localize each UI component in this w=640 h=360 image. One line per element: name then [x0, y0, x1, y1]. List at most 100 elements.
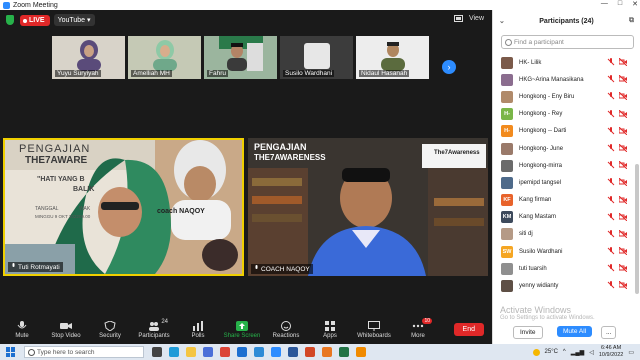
- clock[interactable]: 6:46 AM 10/9/2022: [599, 345, 623, 359]
- edge-icon[interactable]: [169, 347, 179, 357]
- mic-muted-icon[interactable]: [607, 126, 615, 135]
- apps-button[interactable]: Apps: [308, 321, 352, 339]
- video-off-icon[interactable]: [619, 143, 627, 152]
- tray-chevron-icon[interactable]: ^: [563, 349, 566, 355]
- video-off-icon[interactable]: [619, 58, 627, 66]
- video-off-icon[interactable]: [619, 247, 627, 256]
- mic-muted-icon[interactable]: [607, 92, 615, 100]
- mic-muted-icon[interactable]: [607, 281, 615, 289]
- chrome-icon[interactable]: [220, 347, 230, 357]
- video-off-icon[interactable]: [619, 178, 627, 187]
- mic-muted-icon[interactable]: [607, 58, 615, 66]
- participant-list-scrollbar[interactable]: [635, 164, 639, 294]
- video-off-icon[interactable]: [619, 212, 627, 221]
- participant-thumbnail[interactable]: Amelliah MH: [128, 36, 201, 79]
- participant-row[interactable]: ipemipd tangsel: [493, 174, 633, 191]
- participant-row[interactable]: tuti tuarsih: [493, 260, 633, 277]
- share-screen-button[interactable]: Share Screen: [220, 321, 264, 339]
- participant-thumbnail[interactable]: Susilo Wardhani: [280, 36, 353, 79]
- mute-button[interactable]: Mute: [0, 321, 44, 339]
- participant-row[interactable]: KF Kang firman: [493, 192, 633, 209]
- video-off-icon[interactable]: [619, 126, 627, 135]
- mic-muted-icon[interactable]: [607, 229, 615, 238]
- participant-thumbnail[interactable]: Yuyu Suryiyah: [52, 36, 125, 79]
- reactions-button[interactable]: Reactions: [264, 321, 308, 339]
- task-view-icon[interactable]: [152, 347, 162, 357]
- minimize-button[interactable]: —: [601, 0, 608, 8]
- zoom-icon[interactable]: [271, 347, 281, 357]
- next-page-arrow-icon[interactable]: ›: [442, 60, 456, 74]
- maximize-button[interactable]: □: [618, 0, 622, 8]
- mute-all-button[interactable]: Mute All: [557, 326, 593, 337]
- file-explorer-icon[interactable]: [186, 347, 196, 357]
- word-icon[interactable]: [288, 347, 298, 357]
- mic-muted-icon[interactable]: [607, 75, 615, 83]
- close-window-button[interactable]: ✕: [632, 0, 638, 8]
- photos-icon[interactable]: [254, 347, 264, 357]
- participant-row[interactable]: HKG~Arina Manasikana: [493, 71, 633, 88]
- participant-row[interactable]: SW Susilo Wardhani: [493, 243, 633, 260]
- active-speaker-video[interactable]: PENGAJIAN THE7AWARE "HATI YANG B BALIK c…: [3, 138, 244, 276]
- participant-row[interactable]: H- Hongkong -- Darti: [493, 123, 633, 140]
- pop-out-icon[interactable]: ⧉: [629, 17, 634, 25]
- participant-row[interactable]: siti dj: [493, 226, 633, 243]
- participant-row[interactable]: Hongkong - Eny Biru: [493, 88, 633, 105]
- thumbnail-name: Susilo Wardhani: [283, 70, 335, 77]
- participant-row[interactable]: Hongkong- June: [493, 140, 633, 157]
- store-icon[interactable]: [203, 347, 213, 357]
- video-off-icon[interactable]: [619, 264, 627, 273]
- temperature[interactable]: 25°C: [545, 349, 558, 355]
- whiteboard-icon: [368, 321, 380, 331]
- participant-thumbnail[interactable]: Nidaul Hasanah: [356, 36, 429, 79]
- video-off-icon[interactable]: [619, 109, 627, 118]
- panel-more-button[interactable]: ...: [601, 326, 617, 339]
- encryption-shield-icon[interactable]: [6, 15, 14, 25]
- security-button[interactable]: Security: [88, 321, 132, 339]
- mic-muted-icon[interactable]: [607, 178, 615, 186]
- network-icon[interactable]: ▂▄▆: [571, 349, 584, 356]
- participant-row[interactable]: HK- Lilik: [493, 54, 633, 71]
- powerpoint-icon[interactable]: [305, 347, 315, 357]
- mail-icon[interactable]: [237, 347, 247, 357]
- youtube-stream-button[interactable]: YouTube ▾: [53, 14, 95, 26]
- whiteboards-button[interactable]: Whiteboards: [352, 321, 396, 339]
- speaker-view-icon[interactable]: [453, 15, 463, 22]
- invite-button[interactable]: Invite: [513, 326, 543, 339]
- participant-row[interactable]: yenny widianty: [493, 277, 633, 294]
- stop-video-button[interactable]: Stop Video: [44, 321, 88, 339]
- video-off-icon[interactable]: [619, 92, 627, 101]
- end-meeting-button[interactable]: End: [453, 323, 484, 336]
- video-off-icon[interactable]: [619, 229, 627, 238]
- mic-muted-icon[interactable]: [607, 195, 615, 204]
- notification-icon[interactable]: ▭: [628, 349, 634, 356]
- polls-button[interactable]: Polls: [176, 321, 220, 339]
- mic-muted-icon[interactable]: [607, 264, 615, 272]
- coach-video[interactable]: PENGAJIAN THE7AWARENESS The7Awareness CO…: [248, 138, 488, 276]
- more-button[interactable]: 10 More: [396, 318, 440, 339]
- video-off-icon[interactable]: [619, 161, 627, 170]
- vlc-icon[interactable]: [356, 347, 366, 357]
- participant-thumbnail[interactable]: Fahru: [204, 36, 277, 79]
- media-icon[interactable]: [322, 347, 332, 357]
- collapse-chevron-icon[interactable]: ⌄: [499, 17, 505, 25]
- video-off-icon[interactable]: [619, 281, 627, 290]
- excel-icon[interactable]: [339, 347, 349, 357]
- video-off-icon[interactable]: [619, 195, 627, 204]
- mic-muted-icon[interactable]: [607, 161, 615, 169]
- taskbar-search-input[interactable]: Type here to search: [24, 346, 144, 358]
- participant-row[interactable]: Hongkong-mirra: [493, 157, 633, 174]
- video-off-icon[interactable]: [619, 75, 627, 84]
- mic-muted-icon[interactable]: [607, 247, 615, 255]
- participant-row[interactable]: H- Hongkong - Rey: [493, 106, 633, 123]
- participants-button[interactable]: 24 Participants: [132, 319, 176, 339]
- mic-muted-icon[interactable]: [607, 109, 615, 118]
- windows-start-icon[interactable]: [6, 347, 16, 357]
- volume-icon[interactable]: ◁: [589, 349, 594, 356]
- participant-row[interactable]: KM Kang Mastam: [493, 209, 633, 226]
- weather-icon[interactable]: [532, 348, 540, 356]
- mic-muted-icon[interactable]: [607, 212, 615, 221]
- mic-muted-icon[interactable]: [607, 143, 615, 152]
- live-indicator[interactable]: LIVE: [20, 14, 50, 26]
- participant-search-input[interactable]: Find a participant: [501, 35, 634, 49]
- view-button[interactable]: View: [469, 15, 484, 22]
